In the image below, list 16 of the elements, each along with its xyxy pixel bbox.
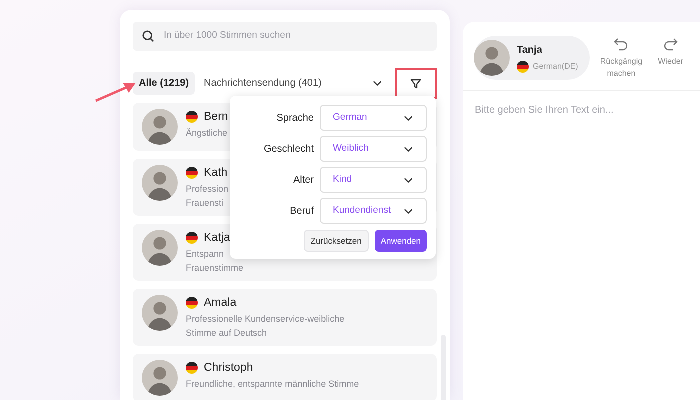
voice-description: Ängstliche — [186, 127, 228, 140]
voice-name: Tanja — [517, 44, 544, 58]
voice-language: German(DE) — [533, 61, 578, 73]
voice-name: Amala — [204, 296, 237, 311]
voice-description: Professionelle Kundenservice-weibliche Stimme auf Deutsch — [186, 313, 345, 340]
field-label: Beruf — [289, 204, 314, 218]
voice-name: Kath — [204, 166, 228, 181]
field-label: Sprache — [276, 112, 314, 126]
voice-description: Profession Frauensti — [186, 183, 229, 210]
voice-name: Bern — [204, 110, 228, 125]
voice-description: Entspann Frauenstimme — [186, 248, 244, 275]
voice-name: Christoph — [204, 361, 254, 376]
voice-name: Katja — [204, 231, 230, 246]
field-label: Alter — [292, 174, 314, 188]
field-label: Geschlecht — [262, 142, 314, 156]
voice-description: Freundliche, entspannte männliche Stimme — [186, 378, 360, 391]
